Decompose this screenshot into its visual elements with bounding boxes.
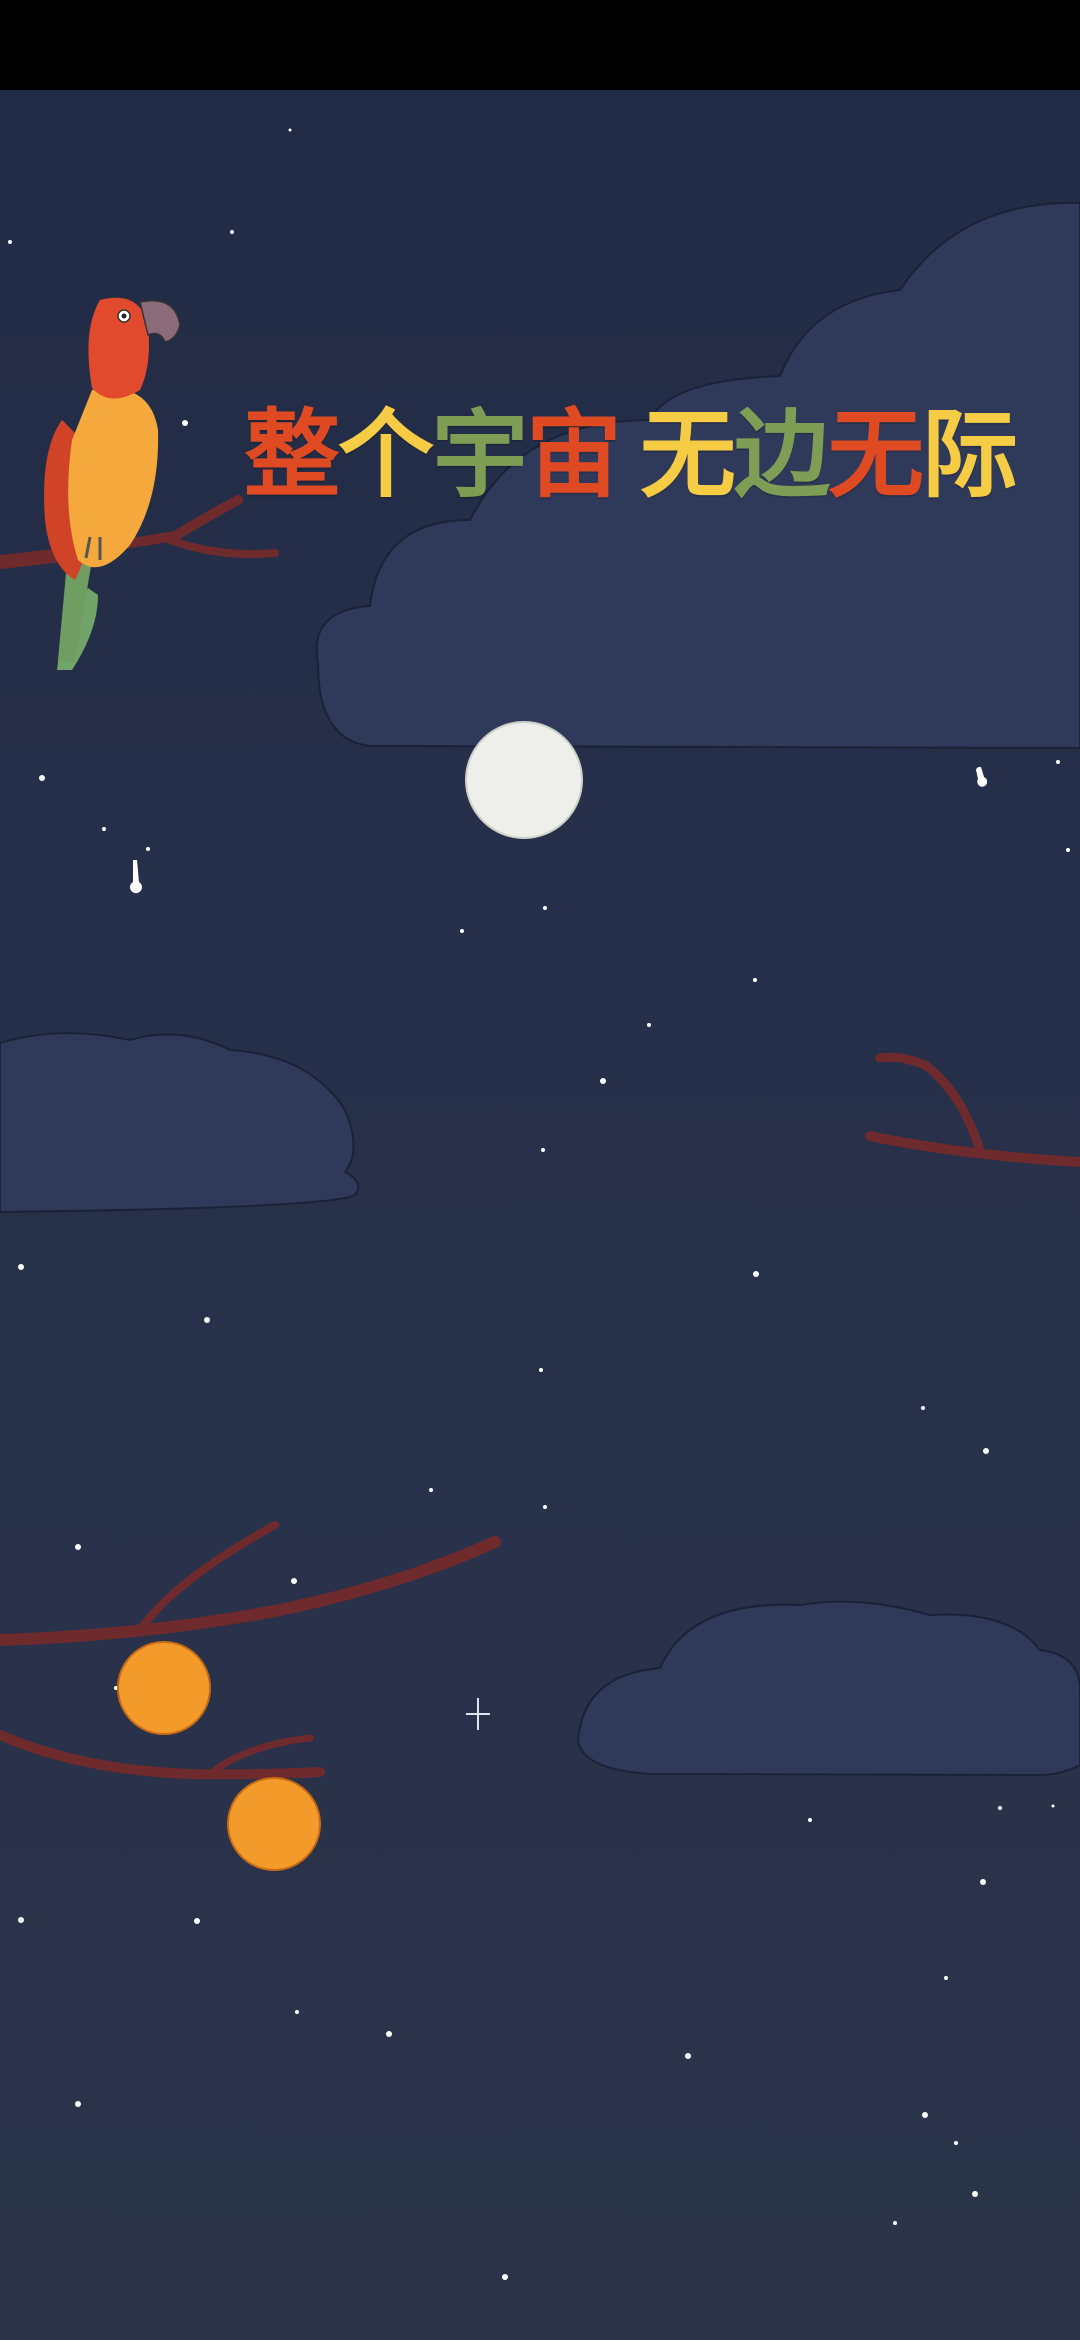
cloud-lower [576,1600,1080,1777]
title-char: 宇 [432,398,528,511]
title-char: 整 [244,398,340,511]
night-sky-scene: 整 个 宇 宙 无 边 无 际 [0,90,1080,2340]
title-char: 际 [922,398,1018,511]
status-bar [0,0,1080,90]
fruit-icon [227,1777,321,1871]
title-char: 无 [828,398,924,511]
cloud-middle [0,1032,360,1214]
fruit-icon [117,1641,211,1735]
title-char: 个 [338,398,434,511]
title-char: 宙 [526,398,622,511]
title-char: 边 [734,398,830,511]
twinkle-star-icon [466,1698,490,1730]
game-screen: 整 个 宇 宙 无 边 无 际 [0,0,1080,2340]
branch-lower [0,1521,501,1780]
parrot-icon [44,297,181,670]
branch-right [865,1052,1080,1167]
moon-icon [465,721,583,839]
title-char: 无 [640,398,736,511]
page-title: 整 个 宇 宙 无 边 无 际 [244,386,1018,511]
